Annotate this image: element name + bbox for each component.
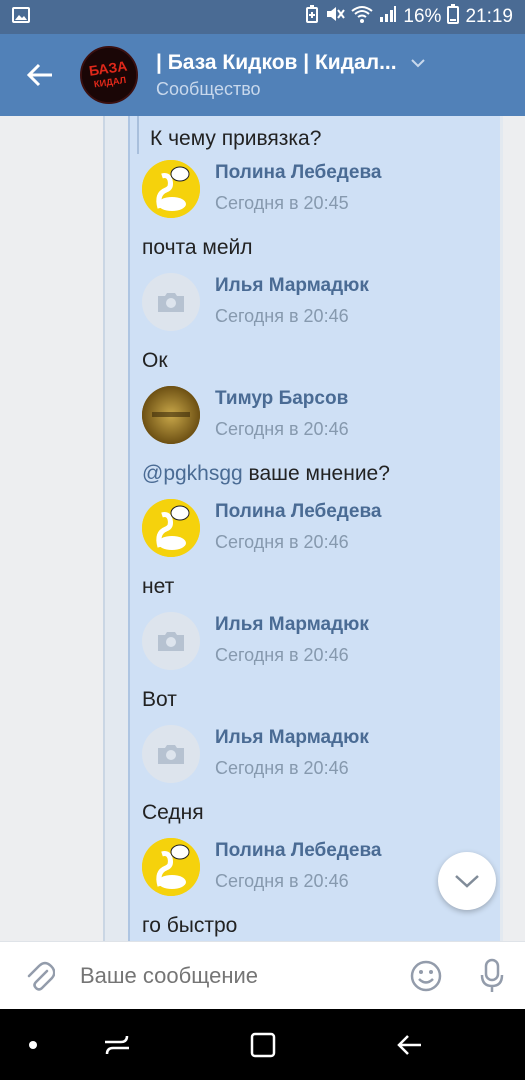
back-arrow-icon (397, 1034, 421, 1055)
arrow-left-icon (26, 63, 52, 87)
message-text: @pgkhsgg ваше мнение? (142, 462, 390, 486)
recent-apps-button[interactable] (92, 1009, 142, 1080)
attach-button[interactable] (0, 942, 80, 1010)
message-list[interactable]: К чему привязка? Полина Лебедева Сегодня… (0, 116, 525, 941)
community-avatar[interactable]: БАЗА КИДАЛ (80, 46, 138, 104)
message-time: Сегодня в 20:46 (215, 419, 349, 439)
message-author[interactable]: Полина Лебедева (215, 501, 381, 523)
home-icon (250, 1032, 276, 1057)
avatar[interactable] (142, 160, 200, 218)
message-author[interactable]: Илья Мармадюк (215, 727, 369, 749)
clock: 21:19 (465, 6, 513, 27)
message-author[interactable]: Полина Лебедева (215, 840, 381, 862)
nav-dot (18, 1009, 48, 1080)
scroll-down-button[interactable] (438, 852, 496, 910)
message-text: нет (142, 575, 175, 598)
swan-avatar-icon (142, 499, 200, 557)
emoji-button[interactable] (393, 942, 459, 1010)
swan-avatar-icon (142, 838, 200, 896)
mention-link[interactable]: @pgkhsgg (142, 462, 243, 485)
home-button[interactable] (238, 1009, 288, 1080)
recent-apps-icon (105, 1035, 129, 1054)
system-back-button[interactable] (384, 1009, 434, 1080)
camera-icon (158, 632, 184, 651)
voice-message-button[interactable] (459, 942, 525, 1010)
back-button[interactable] (0, 34, 80, 116)
message-author[interactable]: Полина Лебедева (215, 162, 381, 184)
message-time: Сегодня в 20:46 (215, 871, 349, 891)
camera-icon (158, 293, 184, 312)
message-time: Сегодня в 20:45 (215, 193, 349, 213)
mute-icon (325, 5, 346, 29)
chat-title-block[interactable]: | База Кидков | Кидал... Сообщество (156, 51, 425, 100)
paperclip-icon (27, 961, 55, 991)
message-text: почта мейл (142, 236, 253, 259)
message-header[interactable]: Полина Лебедева Сегодня в 20:45 (142, 160, 381, 218)
microphone-icon (480, 958, 504, 992)
avatar[interactable] (142, 386, 200, 444)
message-text-body: ваше мнение? (242, 462, 390, 485)
top-message-text: К чему привязка? (150, 127, 322, 150)
message-time: Сегодня в 20:46 (215, 645, 349, 665)
chat-title: | База Кидков | Кидал... (156, 50, 397, 74)
message-author[interactable]: Илья Мармадюк (215, 275, 369, 297)
camera-icon (158, 745, 184, 764)
avatar[interactable] (142, 273, 200, 331)
message-header[interactable]: Полина Лебедева Сегодня в 20:46 (142, 838, 381, 896)
swan-avatar-icon (142, 160, 200, 218)
message-author[interactable]: Тимур Барсов (215, 388, 349, 410)
dot-icon (29, 1040, 37, 1049)
message-time: Сегодня в 20:46 (215, 532, 349, 552)
message-header[interactable]: Илья Мармадюк Сегодня в 20:46 (142, 725, 369, 783)
message-header[interactable]: Илья Мармадюк Сегодня в 20:46 (142, 273, 369, 331)
battery-saver-icon (305, 5, 319, 29)
battery-percent: 16% (403, 6, 442, 27)
message-text: го быстро (142, 914, 238, 937)
message-text: Седня (142, 801, 204, 824)
gallery-icon (12, 6, 30, 28)
message-input[interactable] (80, 962, 393, 989)
chevron-down-icon (455, 875, 479, 888)
message-author[interactable]: Илья Мармадюк (215, 614, 369, 636)
message-header[interactable]: Тимур Барсов Сегодня в 20:46 (142, 386, 349, 444)
status-bar: 16% 21:19 (0, 0, 525, 34)
message-header[interactable]: Илья Мармадюк Сегодня в 20:46 (142, 612, 369, 670)
message-time: Сегодня в 20:46 (215, 758, 349, 778)
battery-icon (447, 4, 460, 30)
photo-avatar-icon (142, 386, 200, 444)
chevron-down-icon (410, 58, 425, 67)
message-header[interactable]: Полина Лебедева Сегодня в 20:46 (142, 499, 381, 557)
avatar[interactable] (142, 499, 200, 557)
chat-subtitle: Сообщество (156, 78, 261, 99)
wifi-icon (351, 5, 374, 29)
avatar[interactable] (142, 612, 200, 670)
signal-icon (379, 5, 397, 29)
system-nav-bar (0, 1009, 525, 1080)
message-time: Сегодня в 20:46 (215, 306, 349, 326)
message-text: Вот (142, 688, 177, 711)
smile-icon (410, 960, 442, 991)
avatar[interactable] (142, 725, 200, 783)
message-composer (0, 941, 525, 1009)
message-text: Ок (142, 349, 168, 372)
avatar[interactable] (142, 838, 200, 896)
quote-line (137, 116, 139, 154)
chat-header: БАЗА КИДАЛ | База Кидков | Кидал... Сооб… (0, 34, 525, 116)
